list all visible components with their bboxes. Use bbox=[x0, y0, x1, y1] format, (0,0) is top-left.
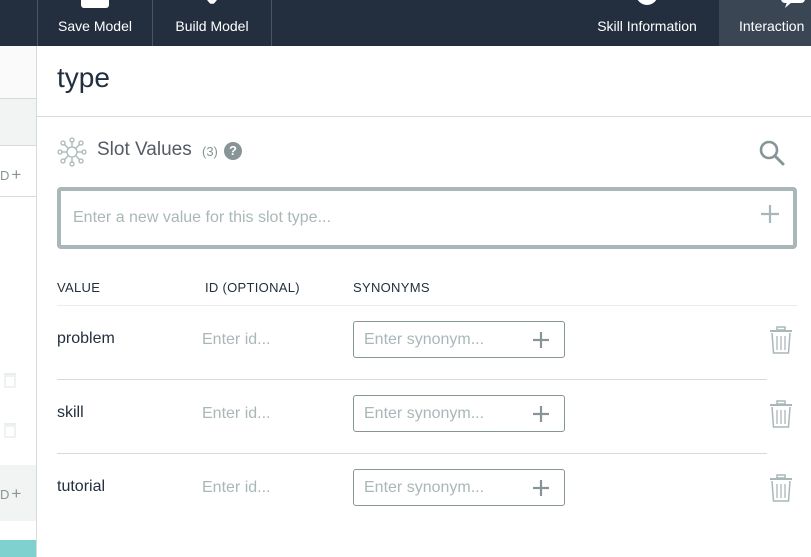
column-header-synonyms: SYNONYMS bbox=[353, 280, 430, 295]
column-header-id: ID (OPTIONAL) bbox=[205, 280, 300, 295]
synonym-field bbox=[353, 395, 565, 432]
slot-values-icon bbox=[57, 137, 87, 167]
sidebar-band bbox=[0, 99, 36, 145]
trash-icon[interactable] bbox=[769, 474, 793, 502]
sidebar-add-label: D bbox=[0, 168, 10, 183]
add-synonym-icon[interactable] bbox=[532, 405, 550, 423]
trash-icon[interactable] bbox=[769, 326, 793, 354]
top-toolbar: Save Model Build Model Skill Information… bbox=[0, 0, 811, 46]
synonym-input[interactable] bbox=[364, 326, 524, 353]
slot-value-text: skill bbox=[57, 404, 84, 421]
synonym-field bbox=[353, 469, 565, 506]
chat-icon bbox=[781, 0, 805, 8]
sidebar-add-button[interactable]: D + bbox=[0, 484, 21, 504]
sidebar-band bbox=[0, 46, 36, 98]
save-model-button[interactable]: Save Model bbox=[37, 0, 153, 46]
synonym-input[interactable] bbox=[364, 400, 524, 427]
slot-values-count: (3) bbox=[202, 144, 218, 159]
sidebar-add-button[interactable]: D + bbox=[0, 165, 21, 185]
trash-icon[interactable] bbox=[3, 422, 17, 438]
save-model-label: Save Model bbox=[58, 18, 132, 34]
slot-value-text: problem bbox=[57, 330, 115, 347]
build-model-button[interactable]: Build Model bbox=[153, 0, 272, 46]
add-synonym-icon[interactable] bbox=[532, 331, 550, 349]
synonym-input[interactable] bbox=[364, 474, 524, 501]
info-icon bbox=[637, 0, 657, 5]
sidebar-divider bbox=[0, 196, 36, 197]
id-input[interactable] bbox=[202, 474, 342, 502]
page-title: type bbox=[57, 62, 110, 93]
trash-icon[interactable] bbox=[3, 372, 17, 388]
new-value-box bbox=[57, 187, 797, 249]
build-icon bbox=[207, 0, 217, 4]
column-header-value: VALUE bbox=[57, 280, 101, 295]
plus-icon: + bbox=[11, 165, 22, 184]
sidebar-teal-bar bbox=[0, 540, 36, 557]
search-icon[interactable] bbox=[758, 139, 786, 167]
new-value-input[interactable] bbox=[73, 203, 733, 233]
trash-icon[interactable] bbox=[769, 400, 793, 428]
interaction-button[interactable]: Interaction bbox=[719, 0, 811, 46]
synonym-field bbox=[353, 321, 565, 358]
left-sidebar: D + D + bbox=[0, 46, 37, 557]
save-icon bbox=[81, 0, 109, 8]
id-input[interactable] bbox=[202, 326, 342, 354]
help-icon[interactable]: ? bbox=[224, 142, 242, 160]
build-model-label: Build Model bbox=[175, 18, 249, 34]
add-value-icon[interactable] bbox=[759, 203, 781, 225]
skill-information-button[interactable]: Skill Information bbox=[575, 0, 719, 46]
add-synonym-icon[interactable] bbox=[532, 479, 550, 497]
slot-values-label: Slot Values bbox=[97, 139, 192, 160]
title-divider bbox=[37, 116, 811, 117]
id-input[interactable] bbox=[202, 400, 342, 428]
plus-icon: + bbox=[11, 484, 22, 503]
skill-information-label: Skill Information bbox=[597, 18, 697, 34]
slot-value-text: tutorial bbox=[57, 478, 106, 495]
sidebar-add-label: D bbox=[0, 487, 10, 502]
table-row: problem bbox=[57, 306, 797, 380]
table-row: skill bbox=[57, 380, 797, 454]
sidebar-divider bbox=[0, 145, 36, 146]
interaction-label: Interaction bbox=[739, 18, 805, 34]
table-row: tutorial bbox=[57, 454, 797, 528]
